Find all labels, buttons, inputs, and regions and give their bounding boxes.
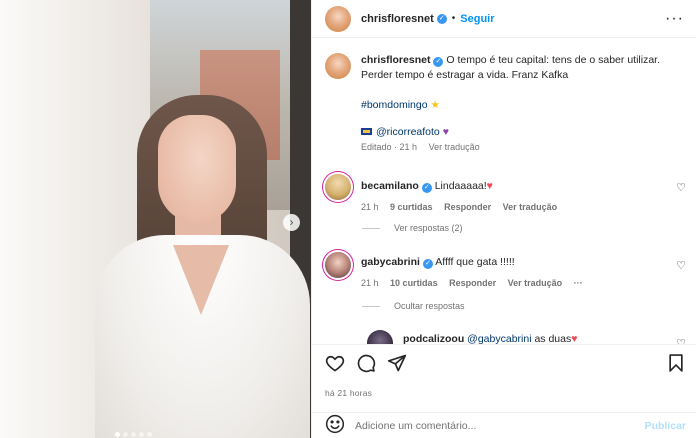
post-photo[interactable]: › xyxy=(0,0,311,438)
bookmark-icon[interactable] xyxy=(666,353,686,373)
comment-text: Lindaaaaa! xyxy=(434,180,487,192)
reply-text: as duas xyxy=(534,333,572,344)
follow-button[interactable]: Seguir xyxy=(460,13,494,25)
star-emoji-icon: ★ xyxy=(430,99,440,111)
comment-time: 21 h xyxy=(361,278,379,288)
caption-text-line2: Perder tempo é estragar a vida. Franz Ka… xyxy=(361,69,569,81)
comment-heart-icon[interactable]: ♡ xyxy=(676,337,686,344)
reply-comment: podcalizoou @gabycabrini as duas♥ xyxy=(367,330,687,344)
reply-username[interactable]: podcalizoou xyxy=(403,333,464,344)
add-comment-bar: Publicar xyxy=(312,412,696,438)
verified-badge-icon: ✓ xyxy=(421,183,432,193)
face xyxy=(158,115,236,223)
heart-emoji-icon: ♥ xyxy=(486,180,493,192)
carousel-dot xyxy=(115,432,120,437)
caption-username[interactable]: chrisfloresnet xyxy=(361,54,430,66)
caption: chrisfloresnet ✓ O tempo é teu capital: t… xyxy=(325,53,685,178)
avatar[interactable] xyxy=(325,5,351,32)
post-timestamp[interactable]: há 21 horas xyxy=(325,388,372,398)
flag-emoji-icon xyxy=(361,128,372,135)
add-comment-input[interactable] xyxy=(355,419,615,432)
comment-more-icon[interactable]: ··· xyxy=(574,278,583,288)
chevron-right-icon[interactable]: › xyxy=(283,214,300,231)
caption-text-line1: O tempo é teu capital: tens de o saber u… xyxy=(446,54,660,66)
more-options-icon[interactable]: ··· xyxy=(665,10,684,28)
verified-badge-icon: ✓ xyxy=(436,13,447,24)
comment: gabycabrini ✓ Affff que gata !!!!! 21 h 1… xyxy=(325,252,685,292)
carousel-dot xyxy=(131,432,136,437)
replies-toggle-label[interactable]: Ver respostas (2) xyxy=(394,223,463,233)
separator: • xyxy=(451,13,456,24)
replies-toggle-label[interactable]: Ocultar respostas xyxy=(394,301,465,311)
hide-replies-toggle[interactable]: Ocultar respostas xyxy=(362,301,465,311)
hashtag-link[interactable]: #bomdomingo xyxy=(361,99,428,111)
post-header: chrisfloresnet ✓ • Seguir ··· xyxy=(312,0,696,38)
caption-content: chrisfloresnet ✓ O tempo é teu capital: t… xyxy=(361,53,673,153)
instagram-post: › chrisfloresnet ✓ • Seguir ··· chrisflo… xyxy=(0,0,696,438)
comment-content: gabycabrini ✓ Affff que gata !!!!! 21 h 1… xyxy=(361,252,661,289)
credit-mention-link[interactable]: @ricorreafoto xyxy=(376,126,440,138)
publish-button[interactable]: Publicar xyxy=(645,420,686,432)
purple-heart-emoji-icon: ♥ xyxy=(442,126,449,138)
avatar[interactable] xyxy=(325,174,351,200)
comment-heart-icon[interactable]: ♡ xyxy=(676,259,686,272)
comment-time: 21 h xyxy=(361,202,379,212)
replies-line xyxy=(362,227,380,229)
reply-mention-link[interactable]: @gabycabrini xyxy=(467,333,531,344)
portrait-subject xyxy=(95,95,310,438)
comment: becamilano ✓ Lindaaaaa!♥ 21 h 9 curtidas … xyxy=(325,174,685,214)
comment-content: becamilano ✓ Lindaaaaa!♥ 21 h 9 curtidas … xyxy=(361,174,661,213)
avatar[interactable] xyxy=(325,53,351,79)
avatar[interactable] xyxy=(325,252,351,278)
carousel-dot xyxy=(147,432,152,437)
see-translation-link[interactable]: Ver tradução xyxy=(429,142,480,152)
see-translation-link[interactable]: Ver tradução xyxy=(508,278,563,288)
avatar[interactable] xyxy=(367,330,393,344)
share-icon[interactable] xyxy=(387,353,407,373)
post-side-panel: chrisfloresnet ✓ • Seguir ··· chrisflore… xyxy=(311,0,696,438)
comment-heart-icon[interactable]: ♡ xyxy=(676,181,686,194)
emoji-icon[interactable] xyxy=(325,414,345,437)
heart-outline-icon[interactable] xyxy=(325,353,345,373)
replies-line xyxy=(362,305,380,307)
edited-timestamp: Editado · 21 h xyxy=(361,142,418,152)
view-replies-toggle[interactable]: Ver respostas (2) xyxy=(362,223,463,233)
author-username[interactable]: chrisfloresnet xyxy=(361,13,434,25)
comment-username[interactable]: becamilano xyxy=(361,180,419,192)
comment-username[interactable]: gabycabrini xyxy=(361,256,420,268)
carousel-dot xyxy=(139,432,144,437)
see-translation-link[interactable]: Ver tradução xyxy=(503,202,558,212)
comments-scroll-area[interactable]: chrisfloresnet ✓ O tempo é teu capital: t… xyxy=(312,38,696,344)
reply-button[interactable]: Responder xyxy=(449,278,496,288)
carousel-dot xyxy=(123,432,128,437)
verified-badge-icon: ✓ xyxy=(433,57,444,67)
comment-likes[interactable]: 10 curtidas xyxy=(390,278,438,288)
heart-emoji-icon: ♥ xyxy=(571,333,578,344)
verified-badge-icon: ✓ xyxy=(422,259,433,269)
comment-icon[interactable] xyxy=(356,353,376,373)
action-bar xyxy=(312,344,696,380)
reply-content: podcalizoou @gabycabrini as duas♥ xyxy=(403,330,673,344)
carousel-dots xyxy=(115,432,152,437)
reply-button[interactable]: Responder xyxy=(444,202,491,212)
comment-likes[interactable]: 9 curtidas xyxy=(390,202,433,212)
comment-text: Affff que gata !!!!! xyxy=(435,256,515,268)
